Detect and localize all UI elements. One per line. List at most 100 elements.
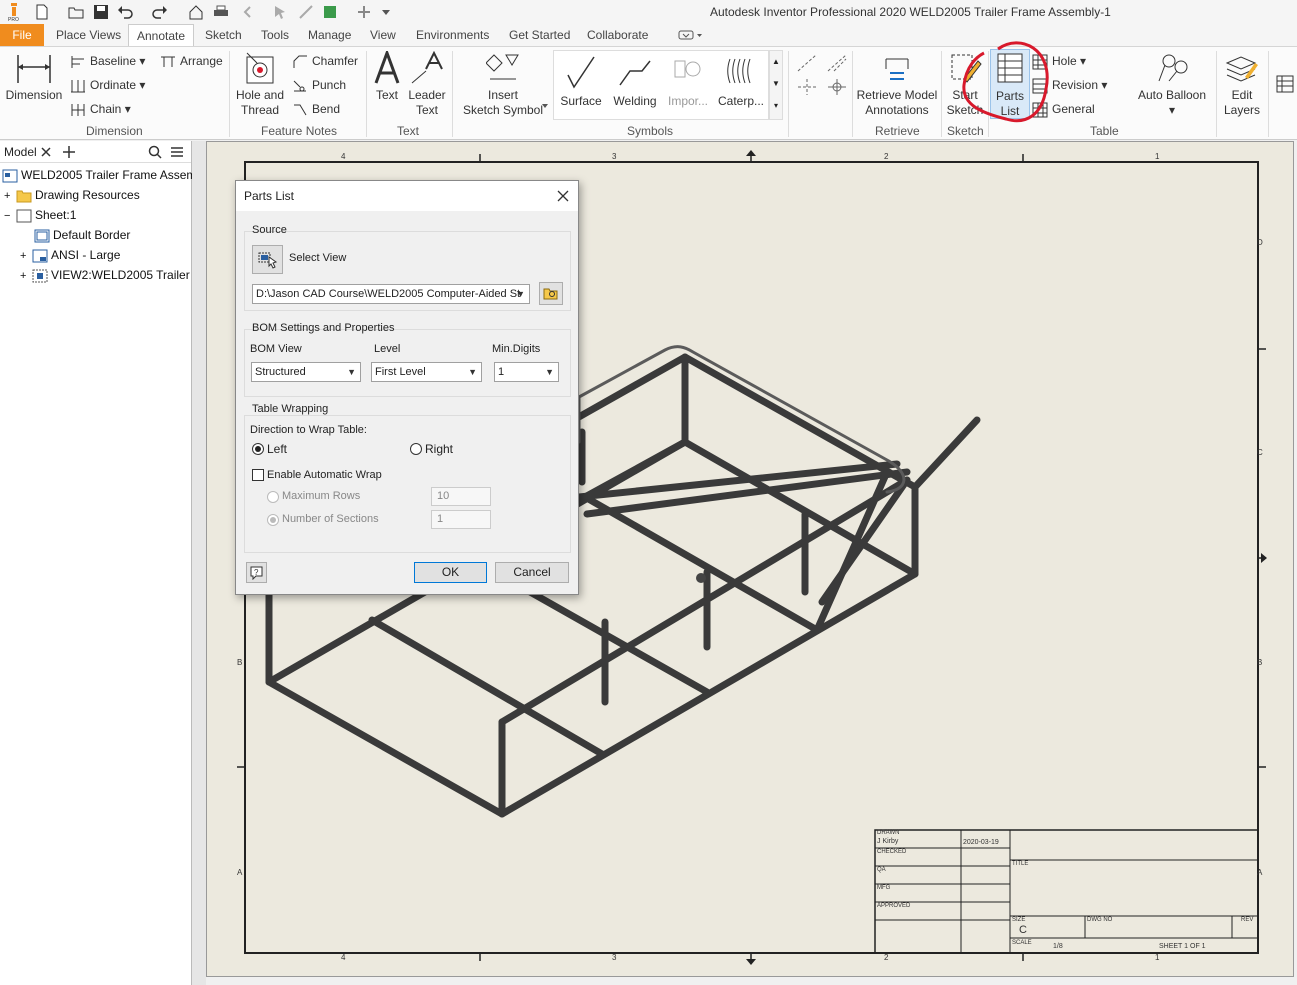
num-sections-radio[interactable] bbox=[267, 514, 279, 526]
center-mark-icon[interactable] bbox=[796, 77, 818, 97]
hole-thread-button[interactable]: Hole and Thread bbox=[233, 51, 287, 118]
import-symbol-button[interactable]: Impor... bbox=[664, 53, 712, 109]
tab-place-views[interactable]: Place Views bbox=[48, 24, 129, 46]
max-rows-radio[interactable] bbox=[267, 491, 279, 503]
import-icon bbox=[674, 60, 701, 78]
ok-button[interactable]: OK bbox=[414, 562, 487, 583]
bend-button[interactable]: Bend bbox=[292, 99, 340, 119]
cancel-button[interactable]: Cancel bbox=[495, 562, 569, 583]
ordinate-button[interactable]: Ordinate ▾ bbox=[70, 75, 145, 95]
title-block-mfg: MFG bbox=[877, 885, 891, 891]
border-icon bbox=[34, 229, 50, 243]
tree-item-sheet[interactable]: − Sheet:1 bbox=[4, 205, 76, 225]
wrap-left-radio[interactable] bbox=[252, 443, 264, 455]
tab-tools[interactable]: Tools bbox=[253, 24, 297, 46]
zone-label-side: C bbox=[1257, 448, 1263, 457]
text-button[interactable]: Text bbox=[370, 48, 404, 103]
browse-file-button[interactable] bbox=[539, 282, 563, 305]
expand-icon[interactable]: + bbox=[20, 246, 32, 266]
tab-view[interactable]: View bbox=[362, 24, 404, 46]
leader-text-button[interactable]: Leader Text bbox=[406, 50, 448, 118]
add-icon[interactable] bbox=[356, 4, 372, 20]
welding-symbol-button[interactable]: Welding bbox=[610, 53, 660, 109]
measure-icon[interactable] bbox=[298, 4, 314, 20]
dimension-button[interactable]: Dimension bbox=[4, 51, 64, 103]
chain-button[interactable]: Chain ▾ bbox=[70, 99, 131, 119]
browser-tab-model[interactable]: Model bbox=[4, 145, 37, 159]
bom-view-select[interactable]: Structured ▼ bbox=[251, 362, 361, 382]
title-block-scale-label: SCALE bbox=[1012, 940, 1032, 946]
format-table-icon[interactable] bbox=[1276, 75, 1294, 93]
caterpillar-button[interactable]: Caterp... bbox=[716, 53, 766, 109]
symbols-gallery[interactable]: Surface Welding Impor... Caterp... bbox=[553, 50, 769, 120]
menu-icon[interactable] bbox=[170, 145, 184, 159]
close-icon[interactable] bbox=[40, 146, 52, 158]
redo-icon[interactable] bbox=[152, 4, 168, 20]
baseline-button[interactable]: Baseline ▾ bbox=[70, 51, 145, 71]
arrange-button[interactable]: Arrange bbox=[160, 51, 223, 71]
help-button[interactable]: ? bbox=[246, 562, 267, 583]
select-view-button[interactable] bbox=[252, 245, 283, 274]
chamfer-button[interactable]: Chamfer bbox=[292, 51, 358, 71]
tab-manage[interactable]: Manage bbox=[300, 24, 359, 46]
num-sections-input[interactable]: 1 bbox=[431, 510, 491, 529]
centered-pattern-icon[interactable] bbox=[826, 77, 848, 97]
edit-layers-button[interactable]: Edit Layers bbox=[1220, 51, 1264, 118]
expand-icon[interactable]: + bbox=[20, 266, 32, 286]
new-icon[interactable] bbox=[34, 4, 50, 20]
red-annotation-circle bbox=[962, 41, 1049, 123]
print-icon[interactable] bbox=[213, 4, 229, 20]
browser-splitter[interactable] bbox=[192, 141, 206, 985]
auto-wrap-checkbox[interactable] bbox=[252, 469, 264, 481]
save-icon[interactable] bbox=[93, 4, 109, 20]
insert-sketch-symbol-button[interactable]: Insert Sketch Symbol bbox=[458, 51, 548, 118]
select-view-label: Select View bbox=[289, 252, 347, 264]
title-block-qa: QA bbox=[877, 867, 886, 873]
expand-icon[interactable]: + bbox=[4, 186, 16, 206]
title-block-dwg-no: DWG NO bbox=[1087, 917, 1113, 923]
dialog-close-icon[interactable] bbox=[556, 189, 570, 203]
tree-item-drawing-resources[interactable]: + Drawing Resources bbox=[4, 185, 140, 205]
tree-item-title-block[interactable]: + ANSI - Large bbox=[20, 245, 120, 265]
title-block-size: C bbox=[1019, 924, 1027, 936]
tree-item-view2[interactable]: + VIEW2:WELD2005 Trailer Fr bbox=[20, 265, 204, 285]
tree-item-default-border[interactable]: Default Border bbox=[34, 225, 130, 245]
search-icon[interactable] bbox=[148, 145, 162, 159]
wrap-right-radio[interactable] bbox=[410, 443, 422, 455]
tab-file[interactable]: File bbox=[0, 24, 44, 46]
customize-dropdown-icon[interactable] bbox=[378, 4, 394, 20]
browser-header: Model bbox=[0, 141, 191, 163]
gallery-scroll[interactable]: ▲ ▼ ▾ bbox=[769, 50, 783, 120]
retrieve-model-annotations-button[interactable]: Retrieve Model Annotations bbox=[856, 51, 938, 118]
centerline-icon[interactable] bbox=[796, 53, 818, 73]
tab-environments[interactable]: Environments bbox=[408, 24, 497, 46]
open-folder-icon bbox=[543, 288, 558, 300]
home-icon[interactable] bbox=[188, 4, 204, 20]
level-select[interactable]: First Level ▼ bbox=[371, 362, 482, 382]
collapse-icon[interactable]: − bbox=[4, 206, 16, 226]
max-rows-input[interactable]: 10 bbox=[431, 487, 491, 506]
tree-item-assembly[interactable]: WELD2005 Trailer Frame Assembly bbox=[2, 165, 212, 185]
panel-toggle-icon[interactable] bbox=[678, 29, 704, 41]
centerline-bisector-icon[interactable] bbox=[826, 53, 848, 73]
sketch-symbol-dropdown-icon[interactable] bbox=[541, 102, 549, 110]
punch-icon bbox=[293, 80, 306, 92]
back-icon[interactable] bbox=[240, 4, 256, 20]
tab-collaborate[interactable]: Collaborate bbox=[579, 24, 656, 46]
tab-annotate[interactable]: Annotate bbox=[128, 24, 195, 46]
open-icon[interactable] bbox=[68, 4, 84, 20]
drawing-document-icon bbox=[2, 169, 18, 183]
undo-icon[interactable] bbox=[117, 4, 133, 20]
select-icon[interactable] bbox=[272, 4, 288, 20]
tab-get-started[interactable]: Get Started bbox=[501, 24, 578, 46]
surface-symbol-button[interactable]: Surface bbox=[556, 53, 606, 109]
hole-thread-icon bbox=[246, 52, 274, 84]
auto-balloon-button[interactable]: Auto Balloon ▾ bbox=[1132, 51, 1212, 118]
punch-button[interactable]: Punch bbox=[292, 75, 346, 95]
tab-sketch[interactable]: Sketch bbox=[197, 24, 250, 46]
min-digits-select[interactable]: 1 ▼ bbox=[494, 362, 559, 382]
source-file-combo[interactable]: D:\Jason CAD Course\WELD2005 Computer-Ai… bbox=[252, 284, 530, 304]
add-tab-icon[interactable] bbox=[62, 145, 76, 159]
material-icon[interactable] bbox=[322, 4, 338, 20]
inventor-logo-icon[interactable]: PRO bbox=[6, 2, 22, 22]
